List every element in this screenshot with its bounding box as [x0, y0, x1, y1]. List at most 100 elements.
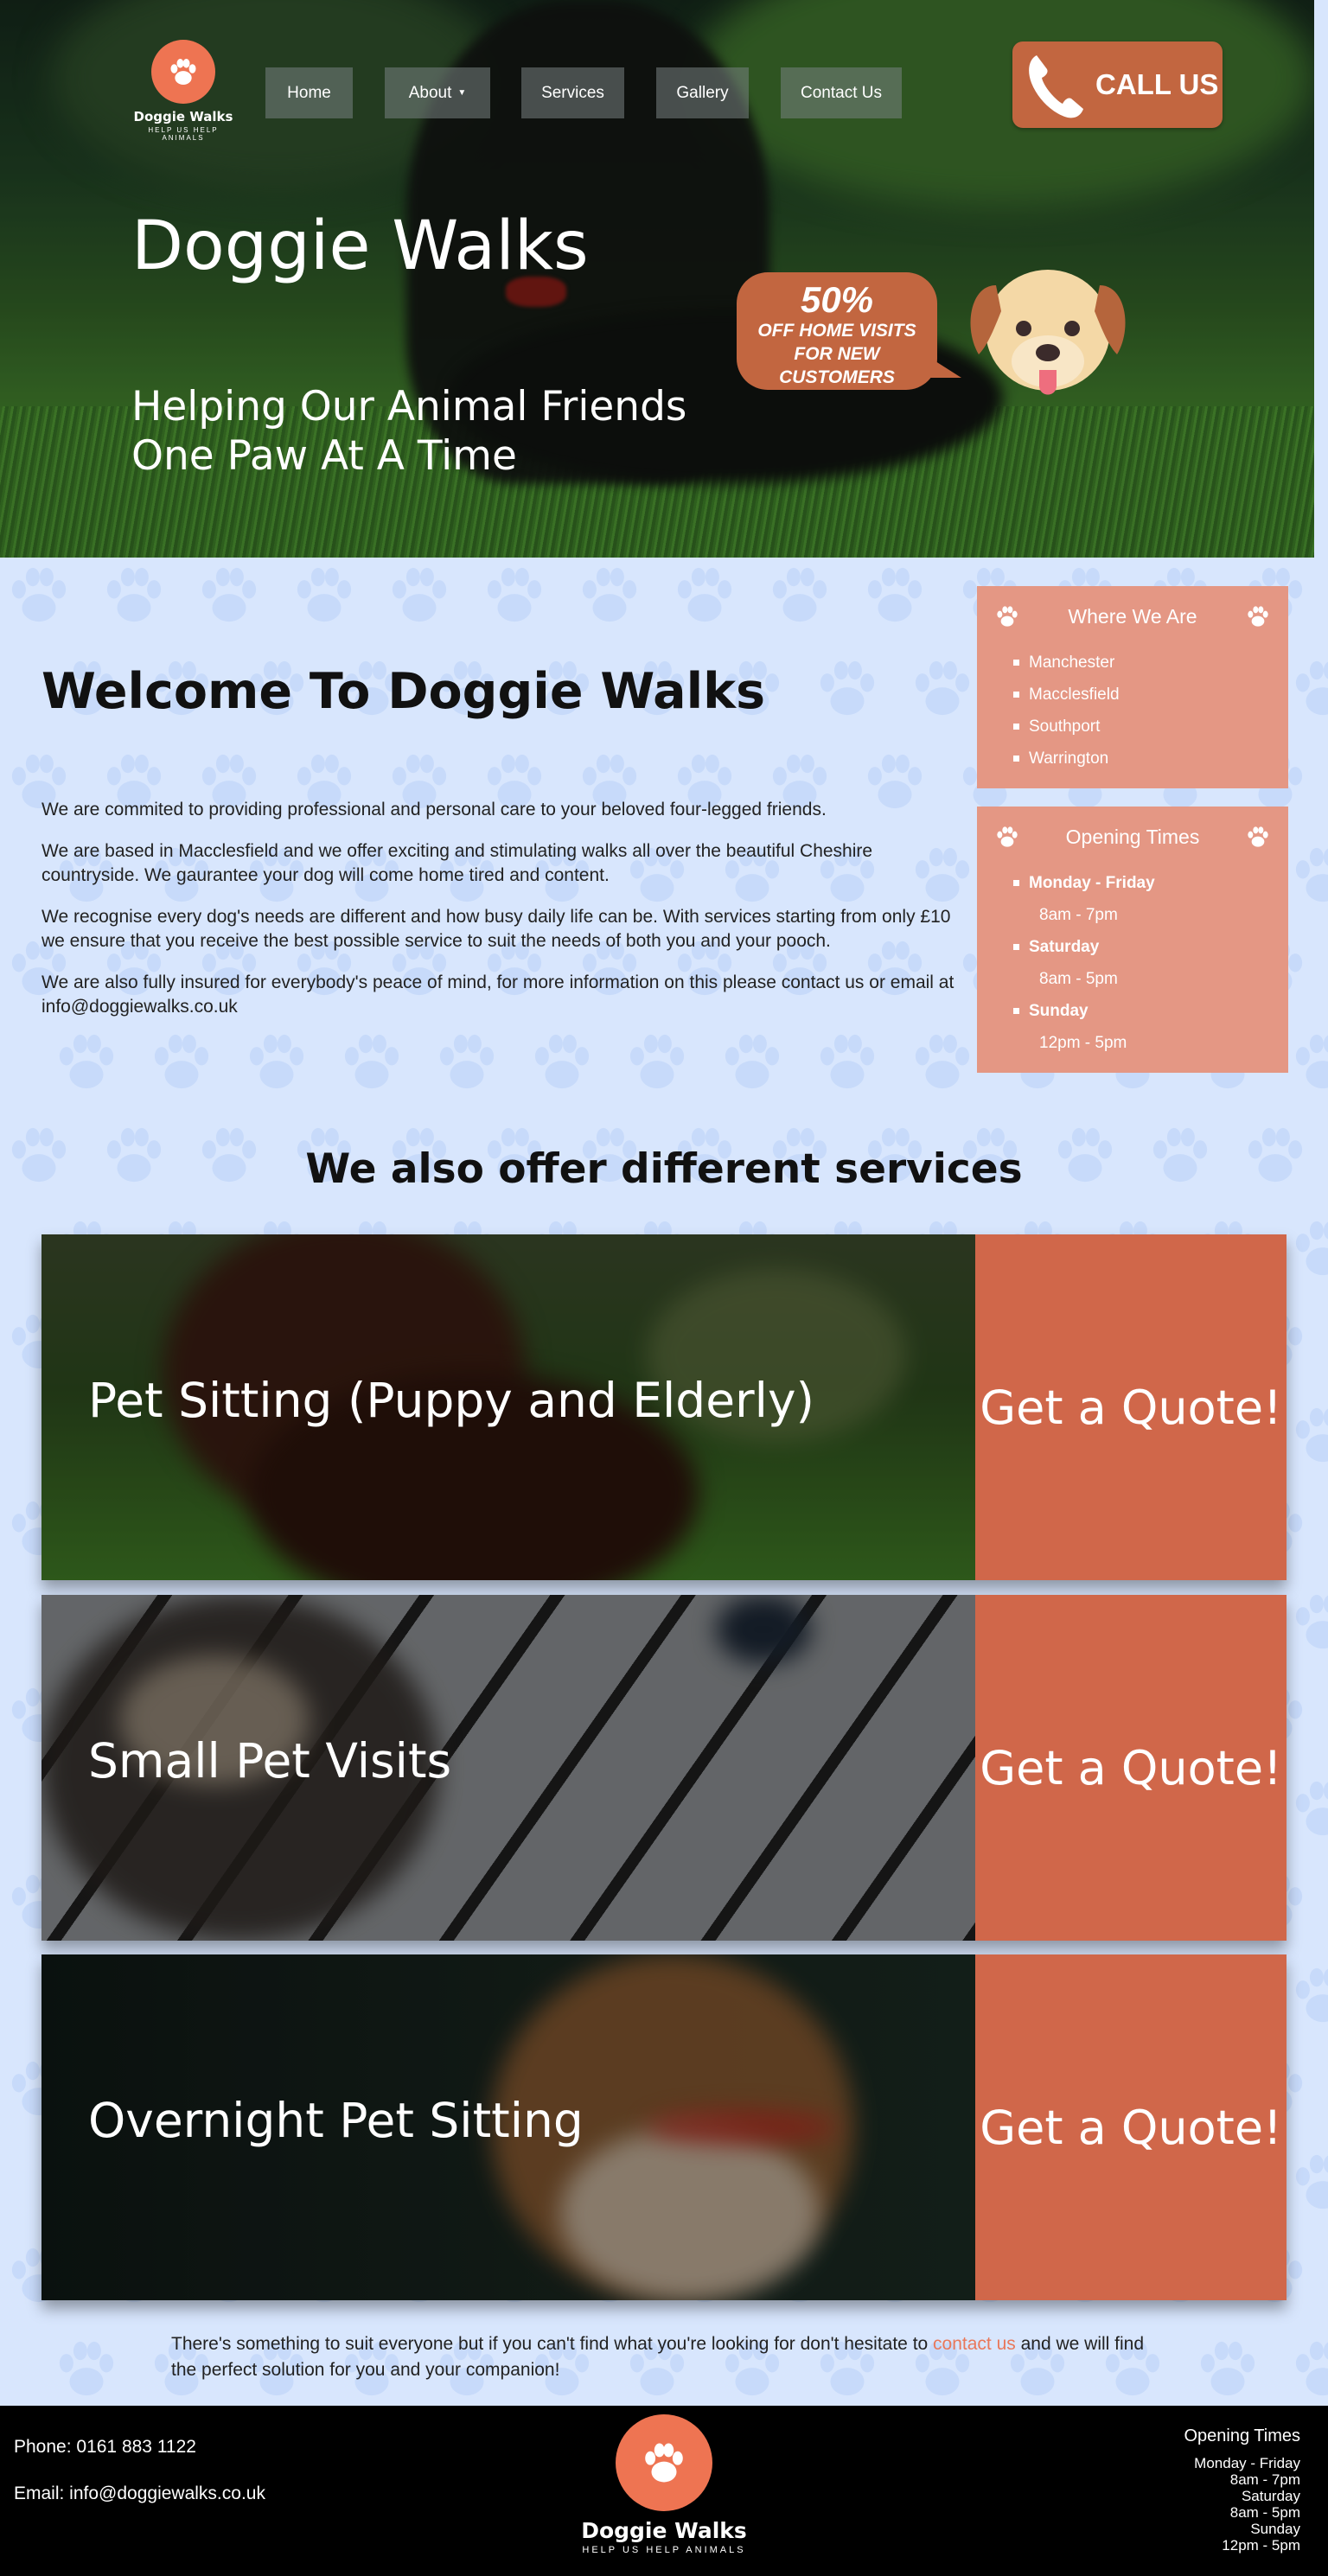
nav-home[interactable]: Home	[265, 67, 353, 118]
closing-text-start: There's something to suit everyone but i…	[171, 2334, 934, 2354]
paw-icon	[616, 2414, 712, 2511]
paw-pattern-icon	[534, 1034, 590, 1089]
paw-pattern-icon	[1295, 1781, 1328, 1836]
hero-subtitle: Helping Our Animal Friends One Paw At A …	[131, 382, 788, 481]
opening-hours: 8am - 7pm	[1039, 906, 1118, 924]
paw-icon	[1248, 826, 1268, 847]
opening-hours: 12pm - 5pm	[1039, 1034, 1127, 1052]
welcome-paragraph: We are commited to providing professiona…	[42, 800, 827, 819]
get-quote-button[interactable]: Get a Quote!	[975, 1595, 1286, 1941]
paw-pattern-icon	[1295, 2341, 1328, 2396]
paw-pattern-icon	[820, 660, 875, 716]
hero-banner: Doggie Walks HELP US HELP ANIMALS Home A…	[0, 0, 1314, 558]
opening-day: Saturday	[1013, 931, 1288, 963]
locations-list: Manchester Macclesfield Southport Warrin…	[977, 647, 1288, 788]
contact-us-link[interactable]: contact us	[933, 2334, 1016, 2354]
opening-day: Sunday	[1013, 995, 1288, 1027]
paw-pattern-icon	[11, 567, 67, 622]
nav-about-label: About	[408, 83, 452, 102]
hero-title: Doggie Walks	[131, 207, 589, 285]
where-we-are-box: Where We Are Manchester Macclesfield Sou…	[977, 586, 1288, 788]
footer-logo[interactable]: Doggie Walks HELP US HELP ANIMALS	[574, 2414, 754, 2555]
footer-hours-row: Saturday	[1241, 2488, 1300, 2504]
footer-logo-name: Doggie Walks	[581, 2518, 747, 2543]
service-card-pet-sitting[interactable]: Pet Sitting (Puppy and Elderly) Get a Qu…	[42, 1234, 1286, 1580]
where-we-are-header: Where We Are	[977, 586, 1288, 647]
nav-services-label: Services	[541, 83, 604, 102]
phone-icon	[1029, 55, 1083, 118]
paw-pattern-icon	[1295, 660, 1328, 716]
paw-pattern-icon	[297, 567, 352, 622]
paw-pattern-icon	[59, 2341, 114, 2396]
opening-times-title: Opening Times	[1065, 825, 1200, 848]
dog-mascot-icon	[970, 270, 1126, 395]
promo-line-1: OFF HOME VISITS	[757, 321, 916, 341]
nav-gallery-label: Gallery	[676, 83, 729, 102]
paw-pattern-icon	[915, 660, 970, 716]
paw-pattern-icon	[1295, 1034, 1328, 1089]
paw-pattern-icon	[1295, 1407, 1328, 1463]
footer-hours-row: Monday - Friday	[1194, 2455, 1300, 2471]
service-card-overnight-pet-sitting[interactable]: Overnight Pet Sitting Get a Quote!	[42, 1954, 1286, 2300]
paw-pattern-icon	[1295, 847, 1328, 902]
promo-line-2: FOR NEW	[794, 344, 880, 364]
nav-contact-us[interactable]: Contact Us	[781, 67, 902, 118]
caret-down-icon: ▼	[457, 88, 467, 98]
site-footer: Phone: 0161 883 1122 Email: info@doggiew…	[0, 2406, 1328, 2576]
paw-pattern-icon	[1295, 2154, 1328, 2209]
footer-phone[interactable]: Phone: 0161 883 1122	[14, 2437, 196, 2458]
footer-email[interactable]: Email: info@doggiewalks.co.uk	[14, 2484, 265, 2504]
hero-subtitle-line-1: Helping Our Animal Friends	[131, 383, 687, 430]
paw-pattern-icon	[867, 567, 923, 622]
paw-pattern-icon	[439, 1034, 495, 1089]
paw-pattern-icon	[1295, 1221, 1328, 1276]
paw-pattern-icon	[915, 1034, 970, 1089]
paw-pattern-icon	[154, 1034, 209, 1089]
promo-line-3: CUSTOMERS	[779, 367, 895, 387]
paw-pattern-icon	[106, 567, 162, 622]
paw-pattern-icon	[344, 1034, 399, 1089]
call-us-button[interactable]: CALL US	[1012, 41, 1223, 128]
footer-opening-times: Opening Times Monday - Friday 8am - 7pm …	[1184, 2426, 1300, 2554]
service-label: Small Pet Visits	[88, 1733, 452, 1789]
logo-name: Doggie Walks	[133, 109, 233, 124]
paw-pattern-icon	[392, 567, 447, 622]
welcome-text: We are commited to providing professiona…	[42, 798, 958, 1036]
service-label: Overnight Pet Sitting	[88, 2093, 584, 2148]
call-us-label: CALL US	[1095, 68, 1219, 100]
paw-pattern-icon	[1295, 1594, 1328, 1649]
footer-hours-row: Sunday	[1250, 2521, 1300, 2537]
paw-pattern-icon	[59, 1034, 114, 1089]
paw-pattern-icon	[1295, 1967, 1328, 2023]
paw-pattern-icon	[772, 567, 827, 622]
nav-contact-label: Contact Us	[801, 83, 882, 102]
service-card-small-pet-visits[interactable]: Small Pet Visits Get a Quote!	[42, 1595, 1286, 1941]
paw-pattern-icon	[629, 1034, 685, 1089]
paw-pattern-icon	[201, 567, 257, 622]
service-label: Pet Sitting (Puppy and Elderly)	[88, 1373, 814, 1428]
hero-subtitle-line-2: One Paw At A Time	[131, 432, 517, 480]
get-quote-button[interactable]: Get a Quote!	[975, 1234, 1286, 1580]
promo-percent: 50%	[800, 279, 874, 320]
paw-icon	[151, 40, 215, 104]
nav-services[interactable]: Services	[521, 67, 624, 118]
welcome-title: Welcome To Doggie Walks	[42, 663, 765, 720]
location-item: Southport	[1013, 711, 1288, 743]
paw-icon	[1248, 606, 1268, 627]
logo-tagline: HELP US HELP ANIMALS	[148, 126, 219, 142]
get-quote-button[interactable]: Get a Quote!	[975, 1954, 1286, 2300]
site-logo[interactable]: Doggie Walks HELP US HELP ANIMALS	[130, 40, 237, 142]
paw-pattern-icon	[725, 1034, 780, 1089]
footer-hours-row: 8am - 7pm	[1229, 2471, 1300, 2488]
paw-icon	[997, 826, 1018, 847]
nav-about[interactable]: About ▼	[385, 67, 490, 118]
paw-pattern-icon	[677, 567, 732, 622]
welcome-paragraph: We recognise every dog's needs are diffe…	[42, 907, 951, 951]
opening-hours: 8am - 5pm	[1039, 970, 1118, 988]
nav-gallery[interactable]: Gallery	[656, 67, 749, 118]
promo-speech-bubble: 50% OFF HOME VISITS FOR NEW CUSTOMERS	[737, 272, 961, 390]
paw-pattern-icon	[582, 567, 637, 622]
nav-home-label: Home	[287, 83, 331, 102]
paw-pattern-icon	[487, 567, 542, 622]
location-item: Macclesfield	[1013, 679, 1288, 711]
